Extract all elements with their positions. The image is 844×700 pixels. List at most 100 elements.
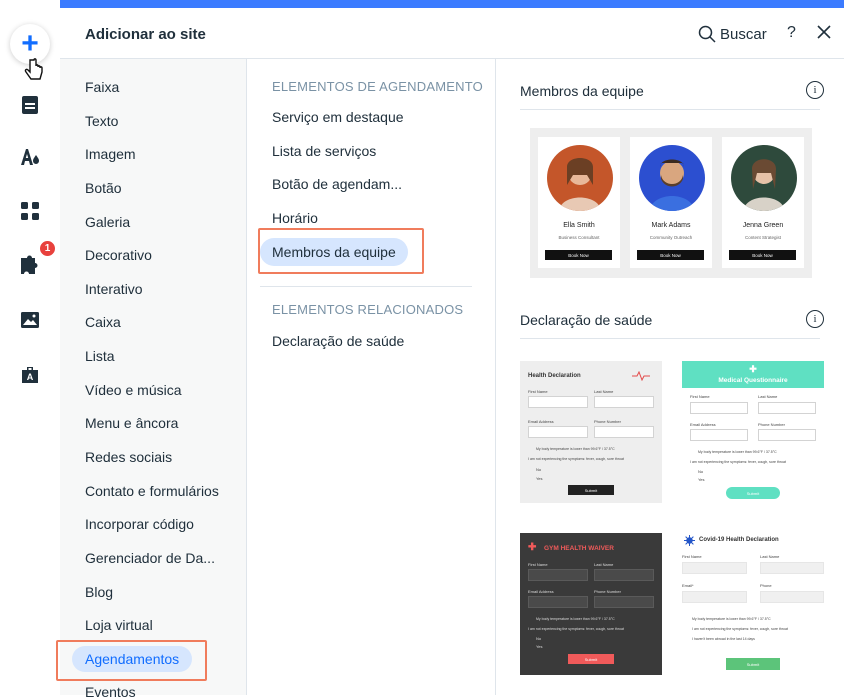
item-declaracao-saude[interactable]: Declaração de saúde [272,333,404,349]
phone-label: Phone Number [758,422,785,427]
team-members-preview[interactable]: Ella Smith Business Consultant Book Now … [530,128,812,278]
email-label: Email Address [528,419,554,424]
close-icon[interactable] [817,25,831,39]
category-video-musica[interactable]: Vídeo e música [85,382,182,398]
first-name-label: First Name [528,389,548,394]
form-title: Medical Questionnaire [718,377,788,384]
gym-health-waiver-preview[interactable]: ✚ GYM HEALTH WAIVER First Name Last Name… [520,533,662,675]
member-role: Content Strategist [744,235,782,240]
category-eventos[interactable]: Eventos [85,684,136,700]
item-botao-agendamento[interactable]: Botão de agendam... [272,176,402,192]
category-redes-sociais[interactable]: Redes sociais [85,449,172,465]
heartbeat-icon [632,371,650,381]
last-name-label: Last Name [758,394,778,399]
last-name-input [760,562,824,574]
theme-icon[interactable] [18,145,42,169]
health-declaration-preview[interactable]: Health Declaration First Name Last Name … [520,361,662,503]
temperature-checkbox-label: My body temperature is lower than 99.6°F… [698,450,777,454]
category-blog[interactable]: Blog [85,584,113,600]
no-option: No [536,467,542,472]
item-servico-destaque[interactable]: Serviço em destaque [272,109,404,125]
medical-questionnaire-preview[interactable]: ✚ Medical Questionnaire First Name Last … [682,361,824,503]
member-name: Mark Adams [651,222,691,229]
info-icon[interactable]: i [806,310,824,328]
section-divider [260,286,472,287]
symptoms-label: I am not experiencing the symptoms: feve… [690,460,786,464]
first-name-input [528,396,588,408]
book-now-button: Book Now [729,250,796,260]
email-label: Email Address [690,422,716,427]
notification-badge: 1 [40,241,55,256]
category-loja-virtual[interactable]: Loja virtual [85,617,153,633]
search-icon [698,25,716,43]
submit-button: Submit [726,487,780,499]
last-name-input [594,396,654,408]
temperature-checkbox-label: My body temperature is lower than 99.6°F… [536,617,615,621]
category-texto[interactable]: Texto [85,113,118,129]
no-option: No [698,469,704,474]
item-lista-servicos[interactable]: Lista de serviços [272,143,376,159]
phone-label: Phone Number [594,419,621,424]
last-name-label: Last Name [594,389,614,394]
temperature-checkbox-label: My body temperature is lower than 99.6°F… [536,447,615,451]
form-title: Health Declaration [528,373,581,379]
member-name: Jenna Green [742,222,784,229]
member-role: Business Consultant [558,235,600,240]
category-caixa[interactable]: Caixa [85,314,121,330]
category-menu-ancora[interactable]: Menu e âncora [85,415,178,431]
health-preview-title: Declaração de saúde [520,312,653,328]
no-option: No [536,636,542,641]
add-panel: Adicionar ao site Buscar ? Faixa Texto I… [60,8,844,700]
category-faixa[interactable]: Faixa [85,79,119,95]
category-contato-formularios[interactable]: Contato e formulários [85,483,219,499]
email-input [528,596,588,608]
hand-cursor-icon [24,58,43,80]
apps-grid-icon[interactable] [18,199,42,223]
category-decorativo[interactable]: Decorativo [85,247,152,263]
category-galeria[interactable]: Galeria [85,214,130,230]
media-icon[interactable] [18,308,42,332]
symptoms-label: I am not experiencing the symptoms: feve… [528,627,624,631]
book-now-button: Book Now [545,250,612,260]
covid-declaration-preview[interactable]: Covid-19 Health Declaration First Name L… [682,533,824,675]
category-incorporar-codigo[interactable]: Incorporar código [85,516,194,532]
preview-divider [520,338,820,339]
email-label: Email* [682,583,694,588]
search-label: Buscar [720,25,767,43]
help-button[interactable]: ? [787,24,796,42]
first-name-input [528,569,588,581]
category-gerenciador-dados[interactable]: Gerenciador de Da... [85,550,215,566]
avatar [639,145,705,211]
team-card: Mark Adams Community Outreach Book Now [630,137,712,268]
submit-button: Submit [568,654,614,664]
app-market-icon[interactable] [18,253,42,277]
preview-divider [520,109,820,110]
pages-icon[interactable] [18,93,42,117]
member-name: Ella Smith [563,222,595,229]
first-name-label: First Name [690,394,710,399]
last-name-label: Last Name [594,562,614,567]
top-progress-bar [60,0,844,8]
search-button[interactable]: Buscar [698,25,767,43]
yes-option: Yes [536,476,543,481]
info-icon[interactable]: i [806,81,824,99]
team-preview-title: Membros da equipe [520,83,644,99]
last-name-input [758,402,816,414]
first-name-label: First Name [682,554,702,559]
category-imagem[interactable]: Imagem [85,146,136,162]
email-input [682,591,747,603]
item-horario[interactable]: Horário [272,210,318,226]
yes-option: Yes [698,477,705,482]
phone-input [594,426,654,438]
category-list: Faixa Texto Imagem Botão Galeria Decorat… [60,59,247,700]
highlight-agendamentos [56,640,207,681]
category-lista[interactable]: Lista [85,348,115,364]
first-name-input [682,562,747,574]
panel-header: Adicionar ao site Buscar ? [60,8,844,59]
email-input [690,429,748,441]
phone-label: Phone Number [594,589,621,594]
category-interativo[interactable]: Interativo [85,281,143,297]
submit-button: Submit [568,485,614,495]
category-botao[interactable]: Botão [85,180,122,196]
business-tools-icon[interactable]: A [18,362,42,386]
